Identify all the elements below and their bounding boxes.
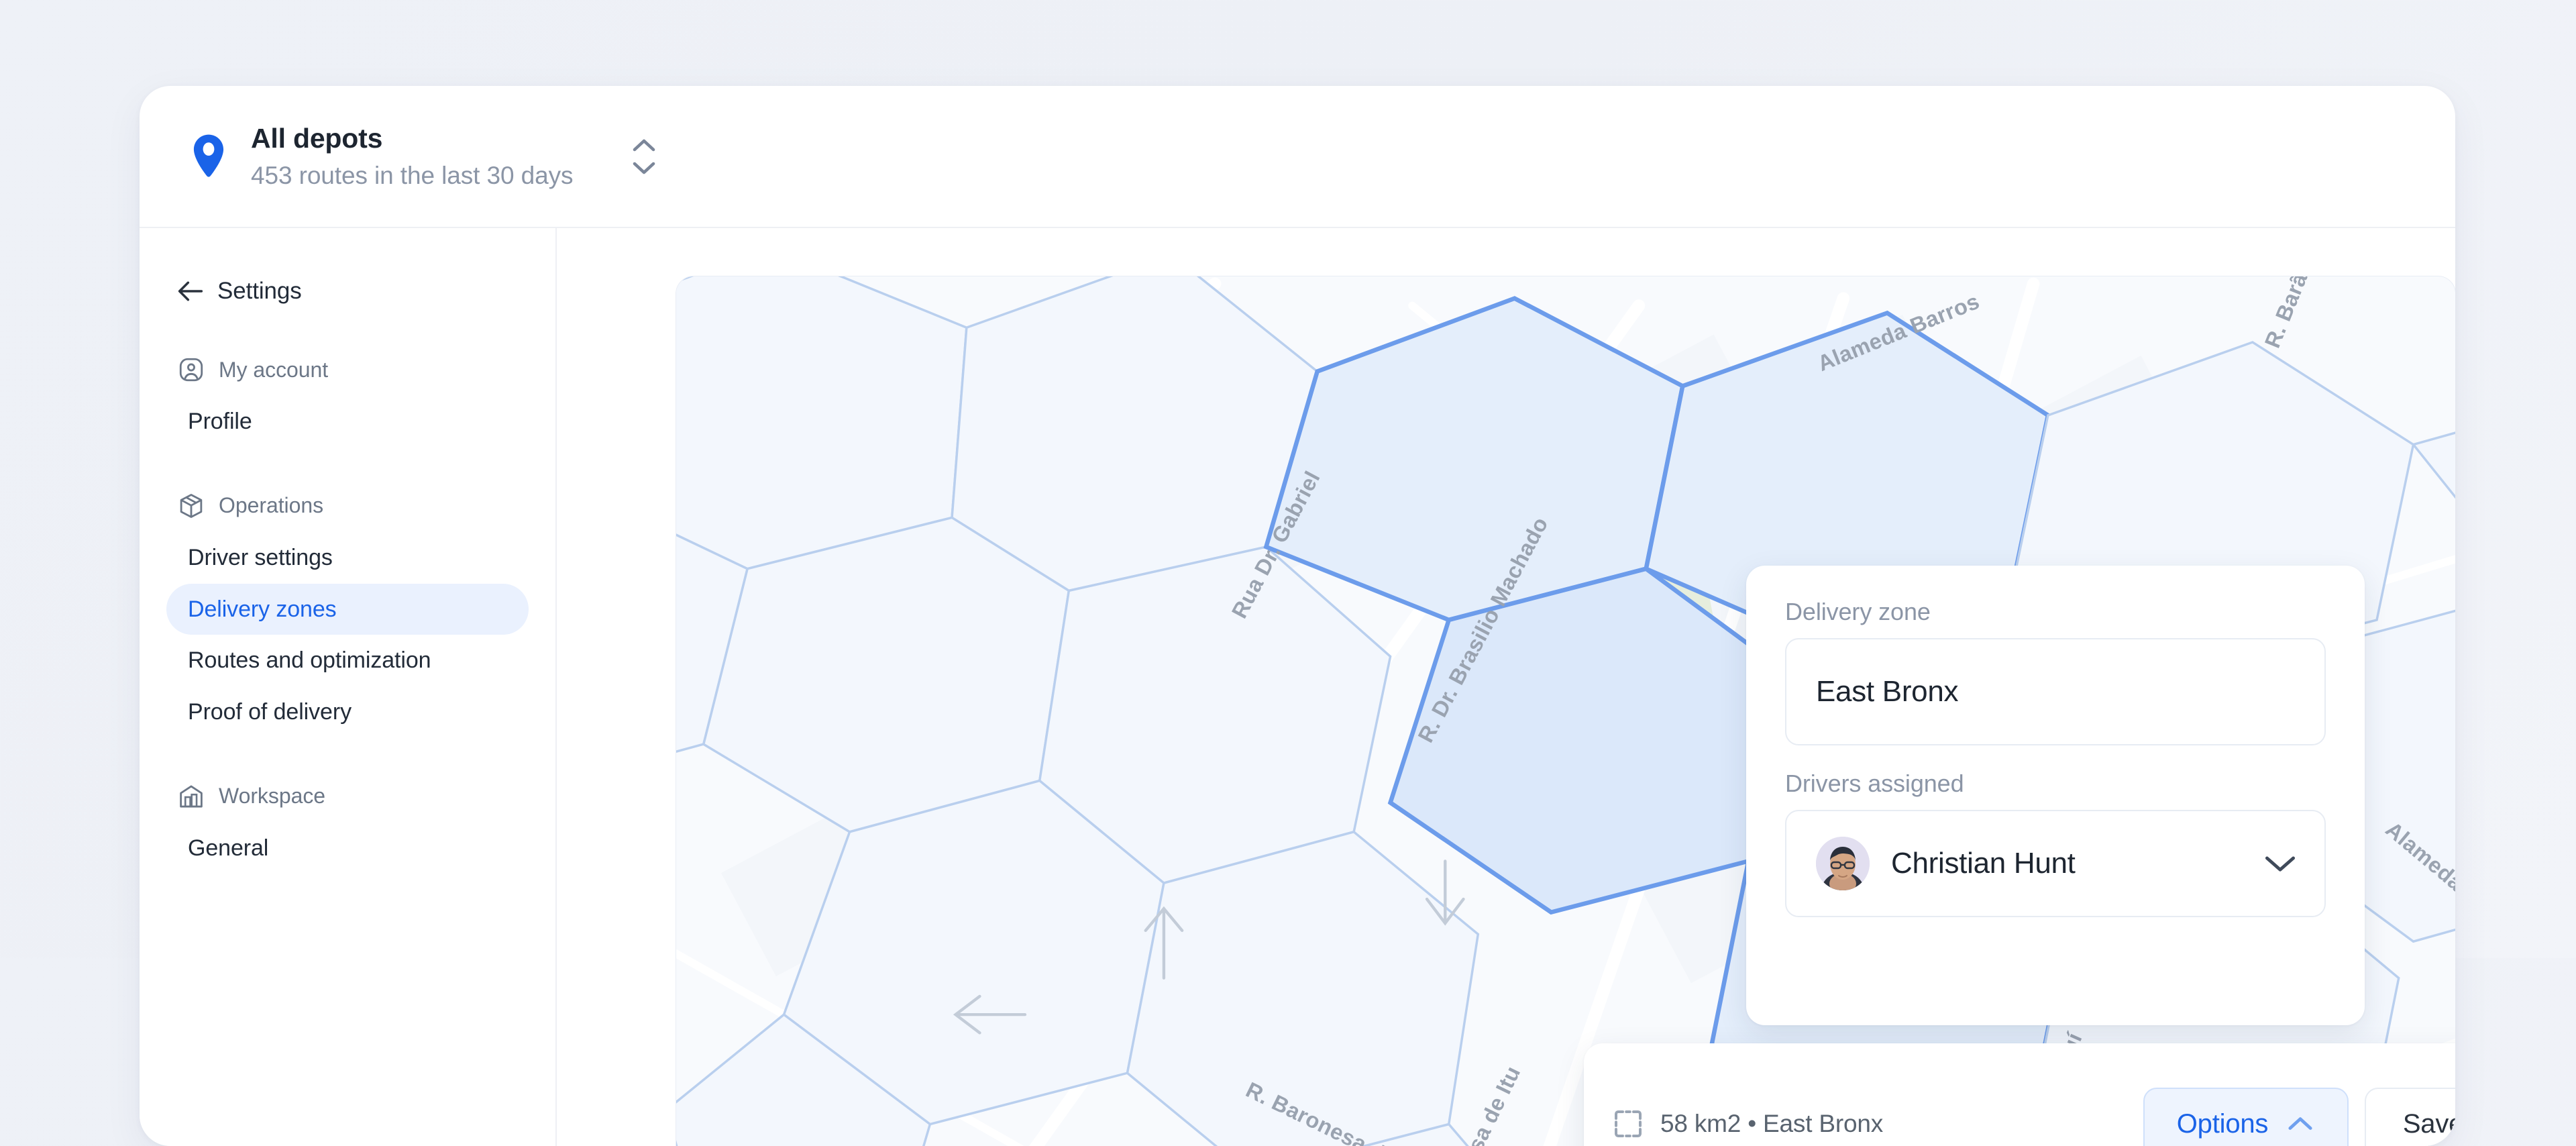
- arrow-left-icon: [178, 281, 203, 301]
- driver-avatar: [1816, 837, 1870, 890]
- nav-group-label: Workspace: [219, 784, 326, 809]
- sidebar-item-profile[interactable]: Profile: [166, 396, 529, 448]
- chevron-down-icon: [2265, 856, 2296, 872]
- nav-group-header: Workspace: [166, 777, 529, 816]
- zone-area-meta: 58 km2 • East Bronx: [1612, 1108, 2143, 1140]
- back-to-settings-link[interactable]: Settings: [166, 271, 529, 311]
- save-label: Save: [2402, 1108, 2455, 1139]
- app-window: All depots 453 routes in the last 30 day…: [140, 86, 2455, 1146]
- zone-area-text: 58 km2 • East Bronx: [1660, 1110, 1884, 1137]
- depot-title: All depots: [251, 122, 383, 154]
- sidebar-item-general[interactable]: General: [166, 823, 529, 874]
- delivery-zone-panel: Delivery zone East Bronx Drivers assigne…: [1746, 566, 2365, 1025]
- nav-group-label: Operations: [219, 493, 324, 518]
- sidebar-item-delivery-zones[interactable]: Delivery zones: [166, 583, 529, 635]
- save-button[interactable]: Save: [2365, 1088, 2455, 1146]
- delivery-zone-input[interactable]: East Bronx: [1785, 638, 2326, 745]
- delivery-zone-label: Delivery zone: [1785, 598, 1931, 625]
- zone-toolbar: 58 km2 • East Bronx Options Save: [1584, 1043, 2455, 1146]
- depot-text-block: All depots 453 routes in the last 30 day…: [251, 123, 573, 191]
- drivers-assigned-label: Drivers assigned: [1785, 770, 1964, 797]
- drivers-assigned-group: Drivers assigned Christian Hunt: [1785, 770, 2326, 917]
- nav-group-operations: Operations Driver settings Delivery zone…: [166, 486, 529, 738]
- options-label: Options: [2176, 1108, 2269, 1139]
- map-area: .zs { fill:#f3f7fd; stroke:#b9cfee; stro…: [557, 228, 2455, 1146]
- back-label: Settings: [217, 278, 302, 304]
- settings-sidebar: Settings My account Profile Operations D…: [140, 228, 557, 1146]
- user-circle-icon: [179, 358, 203, 382]
- driver-select[interactable]: Christian Hunt: [1785, 810, 2326, 917]
- selection-frame-icon: [1615, 1110, 1642, 1137]
- sidebar-item-proof-of-delivery[interactable]: Proof of delivery: [166, 686, 529, 738]
- sidebar-item-driver-settings[interactable]: Driver settings: [166, 532, 529, 584]
- nav-group-my-account: My account Profile: [166, 350, 529, 448]
- chevron-up-icon: [2288, 1117, 2312, 1130]
- options-button[interactable]: Options: [2143, 1088, 2349, 1146]
- driver-name: Christian Hunt: [1891, 847, 2076, 880]
- nav-group-label: My account: [219, 357, 329, 382]
- chevron-up-icon: [633, 139, 655, 151]
- delivery-zone-value: East Bronx: [1816, 675, 1959, 708]
- app-body: Settings My account Profile Operations D…: [140, 228, 2455, 1146]
- package-box-icon: [180, 493, 203, 518]
- sidebar-item-routes-and-optimization[interactable]: Routes and optimization: [166, 635, 529, 686]
- nav-group-header: My account: [166, 350, 529, 389]
- depot-switcher-button[interactable]: [625, 130, 663, 183]
- depot-header: All depots 453 routes in the last 30 day…: [140, 86, 2455, 228]
- nav-group-workspace: Workspace General: [166, 777, 529, 874]
- nav-group-header: Operations: [166, 486, 529, 525]
- warehouse-icon: [180, 785, 203, 808]
- depot-subtitle: 453 routes in the last 30 days: [251, 161, 574, 189]
- map-pin-icon: [184, 132, 233, 181]
- chevron-down-icon: [633, 162, 655, 174]
